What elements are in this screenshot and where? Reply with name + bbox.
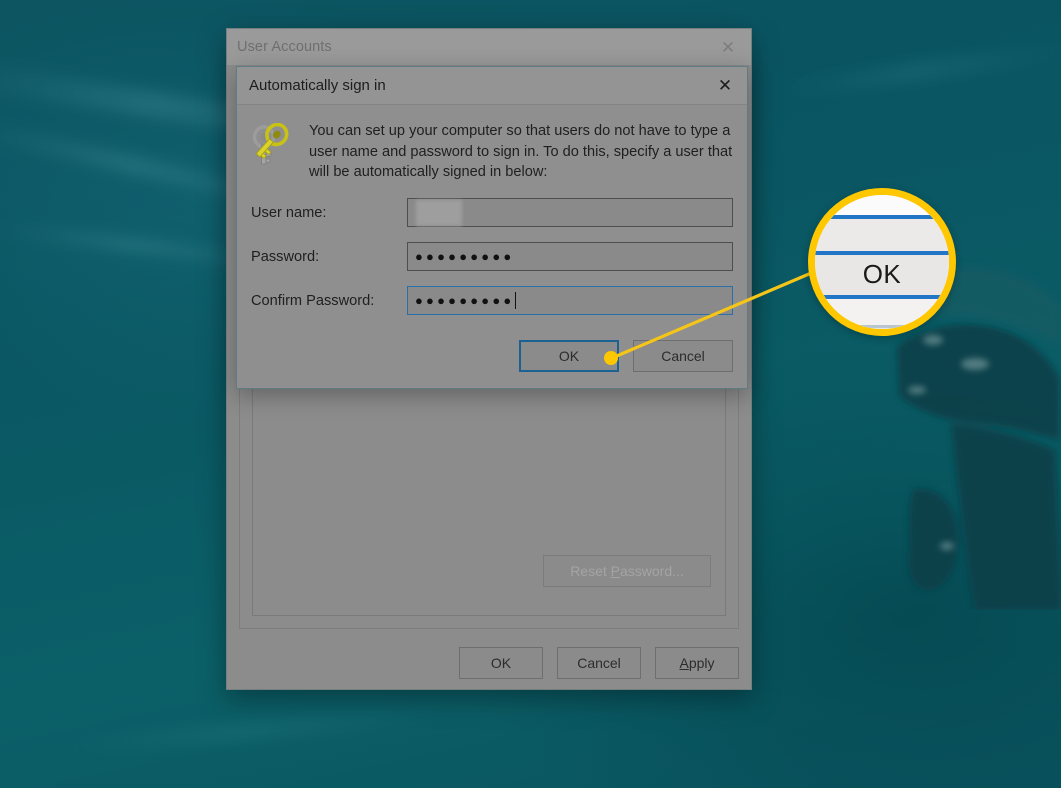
desktop-background: User Accounts ✕ Add... Remove Properties [0, 0, 1061, 788]
automatically-sign-in-dialog: Automatically sign in ✕ You can set up y… [236, 66, 748, 389]
confirm-password-label: Confirm Password: [251, 292, 375, 309]
water-caustic [59, 702, 461, 758]
redacted-username-value [416, 199, 462, 226]
password-input[interactable]: ●●●●●●●●● [407, 242, 733, 272]
ua-apply-button[interactable]: Apply [655, 647, 739, 679]
ua-apply-label: Apply [679, 655, 715, 671]
autologon-ok-label: OK [558, 348, 580, 364]
autologon-cancel-label: Cancel [661, 348, 705, 364]
close-icon[interactable]: ✕ [705, 29, 751, 65]
text-caret [515, 292, 517, 310]
autologon-intro: You can set up your computer so that use… [251, 121, 733, 183]
username-label: User name: [251, 204, 327, 221]
confirm-password-field-row: Confirm Password: ●●●●●●●●● [251, 286, 733, 316]
reset-password-wrap: Reset Password... [543, 555, 711, 587]
ua-cancel-label: Cancel [577, 655, 621, 671]
autologon-titlebar: Automatically sign in ✕ [237, 67, 747, 105]
autologon-title: Automatically sign in [249, 77, 386, 94]
autologon-cancel-button[interactable]: Cancel [633, 340, 733, 372]
keys-icon [252, 123, 289, 165]
ua-ok-button[interactable]: OK [459, 647, 543, 679]
user-accounts-title: User Accounts [237, 39, 332, 55]
username-input[interactable] [407, 198, 733, 228]
autologon-ok-button[interactable]: OK [519, 340, 619, 372]
username-field-row: User name: [251, 198, 733, 228]
password-masked-value: ●●●●●●●●● [415, 249, 515, 265]
reset-password-label: Reset Password... [570, 563, 684, 579]
water-caustic [780, 39, 1061, 101]
close-icon[interactable]: ✕ [703, 67, 747, 105]
user-accounts-titlebar: User Accounts ✕ [227, 29, 751, 65]
callout-magnifier: OK [808, 188, 956, 336]
autologon-footer: OK Cancel [519, 340, 733, 372]
magnifier-content: OK [815, 195, 949, 329]
autologon-intro-text: You can set up your computer so that use… [309, 123, 733, 181]
ua-ok-label: OK [490, 655, 512, 671]
confirm-password-input[interactable]: ●●●●●●●●● [407, 286, 733, 316]
confirm-password-masked-value: ●●●●●●●●● [415, 293, 515, 309]
magnified-ok-label: OK [862, 258, 902, 289]
password-label: Password: [251, 248, 320, 265]
autologon-body: You can set up your computer so that use… [237, 105, 747, 388]
password-field-row: Password: ●●●●●●●●● [251, 242, 733, 272]
ua-cancel-button[interactable]: Cancel [557, 647, 641, 679]
user-accounts-footer: OK Cancel Apply [239, 647, 739, 679]
reset-password-button[interactable]: Reset Password... [543, 555, 711, 587]
